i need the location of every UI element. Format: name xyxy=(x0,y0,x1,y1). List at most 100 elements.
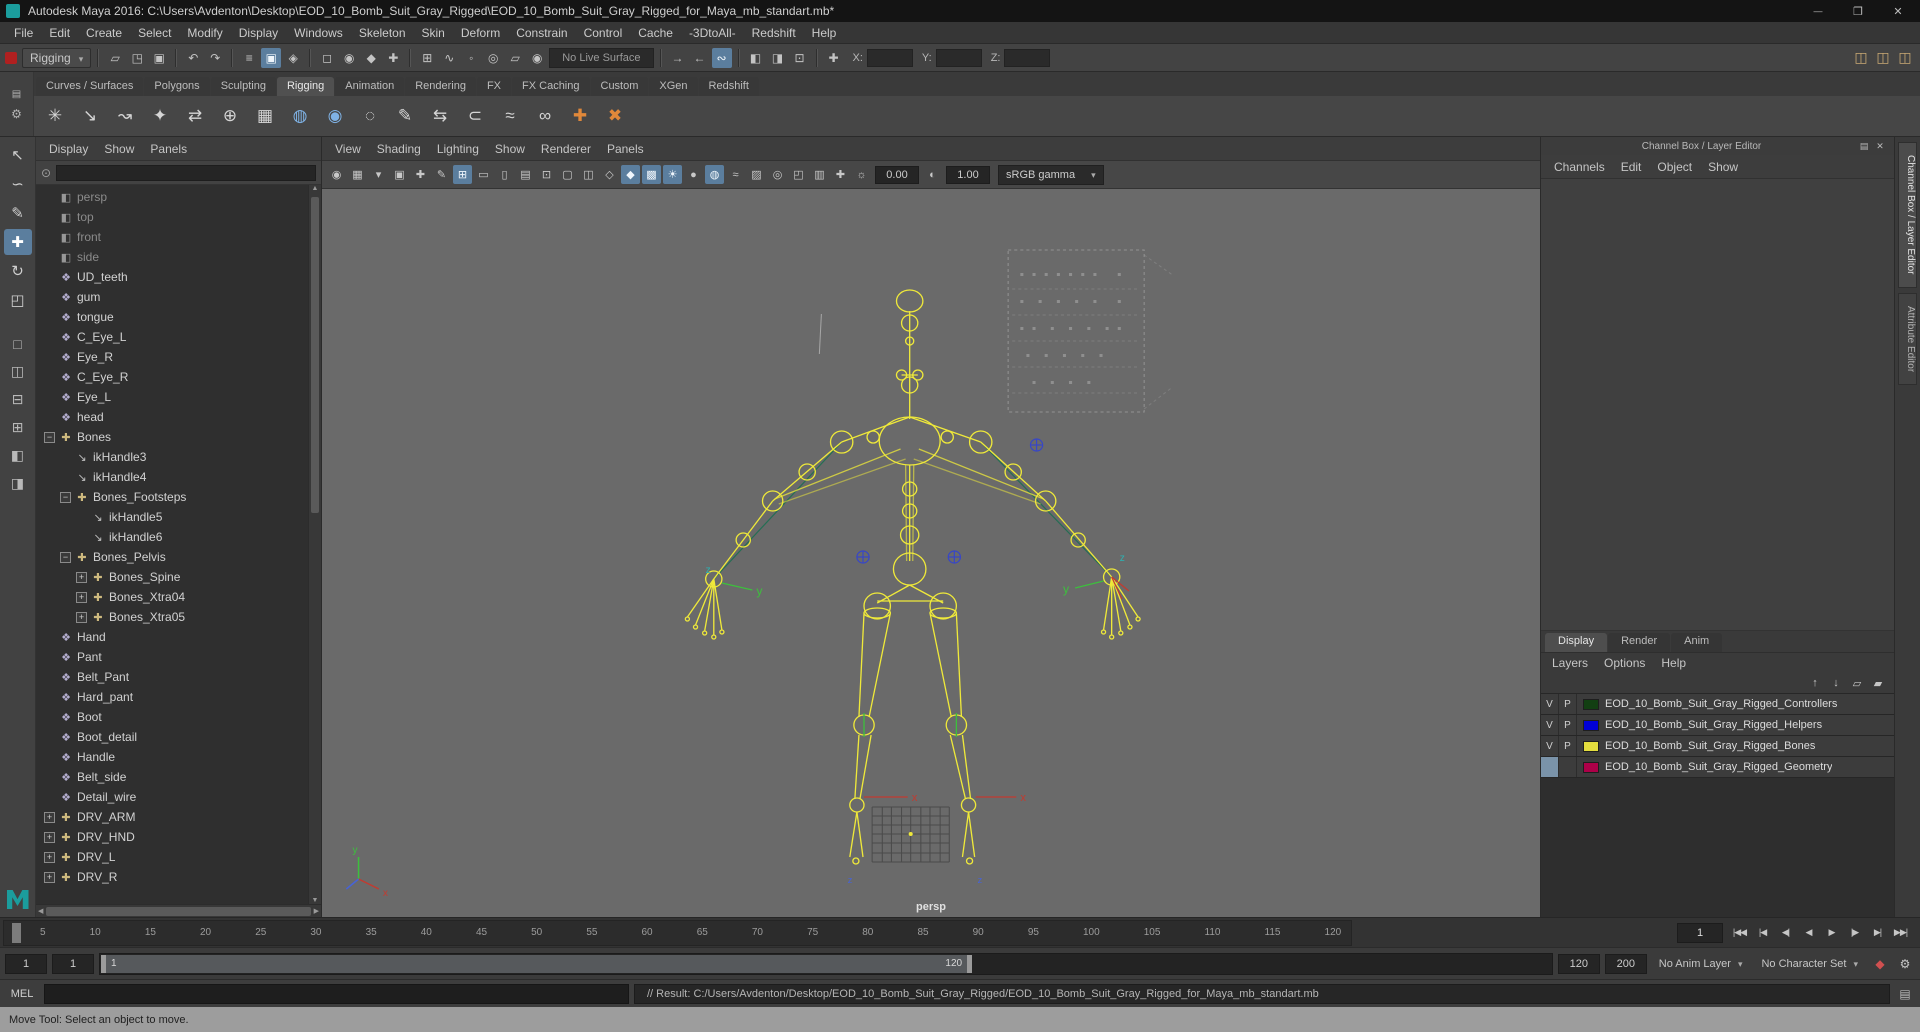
expander-icon[interactable] xyxy=(44,772,55,783)
quick-select-icon[interactable]: ✚ xyxy=(824,48,844,68)
expander-icon[interactable] xyxy=(44,212,55,223)
outliner-item[interactable]: gum xyxy=(36,287,308,307)
layer-color-swatch[interactable] xyxy=(1583,740,1599,752)
panel-menu-item[interactable]: Help xyxy=(1654,656,1693,670)
select-all-mask-icon[interactable]: ◻ xyxy=(317,48,337,68)
layer-color-swatch[interactable] xyxy=(1583,698,1599,710)
scroll-left-icon[interactable]: ◀ xyxy=(38,907,43,915)
snap-to-grid-icon[interactable]: ⊞ xyxy=(417,48,437,68)
display-layer-row[interactable]: V P EOD_10_Bomb_Suit_Gray_Rigged_Control… xyxy=(1541,694,1894,715)
layer-editor-tab[interactable]: Anim xyxy=(1671,633,1723,652)
go-to-end-button[interactable]: ▶▶| xyxy=(1890,923,1911,943)
panel-menu-item[interactable]: Panels xyxy=(143,142,194,156)
move-tool[interactable]: ✚ xyxy=(3,229,32,255)
expander-icon[interactable] xyxy=(44,792,55,803)
render-settings-icon[interactable]: ⊡ xyxy=(790,48,810,68)
pan-zoom-icon[interactable]: ✚ xyxy=(411,165,430,184)
outliner-item[interactable]: Hard_pant xyxy=(36,687,308,707)
smooth-skin-weights-icon[interactable]: ≈ xyxy=(494,100,526,132)
panel-menu-item[interactable]: Panels xyxy=(600,142,651,156)
shadows-icon[interactable]: ● xyxy=(684,165,703,184)
expander-icon[interactable] xyxy=(44,352,55,363)
film-gate-icon[interactable]: ▭ xyxy=(474,165,493,184)
menu-item[interactable]: File xyxy=(6,26,41,40)
menu-item[interactable]: Display xyxy=(231,26,286,40)
detach-skin-icon[interactable]: ◌ xyxy=(354,100,386,132)
grease-pencil-icon[interactable]: ✎ xyxy=(432,165,451,184)
safe-title-icon[interactable]: ◫ xyxy=(579,165,598,184)
outliner-item[interactable]: Boot xyxy=(36,707,308,727)
snap-to-point-icon[interactable]: ◦ xyxy=(461,48,481,68)
bind-skin-icon[interactable]: ▦ xyxy=(249,100,281,132)
expander-icon[interactable] xyxy=(44,252,55,263)
step-back-frame-button[interactable]: ◀| xyxy=(1775,923,1796,943)
panel-menu-item[interactable]: View xyxy=(328,142,368,156)
outliner-horizontal-scrollbar[interactable]: ◀ ▶ xyxy=(36,904,321,917)
expander-icon[interactable] xyxy=(76,571,87,583)
pose-glasses-icon[interactable]: ∞ xyxy=(529,100,561,132)
expander-icon[interactable] xyxy=(76,591,87,603)
grid-toggle-icon[interactable]: ⊞ xyxy=(453,165,472,184)
outliner-item[interactable]: ikHandle4 xyxy=(36,467,308,487)
undo-icon[interactable]: ↶ xyxy=(183,48,203,68)
bookmark-icon[interactable]: ▾ xyxy=(369,165,388,184)
outliner-item[interactable]: Bones_Pelvis xyxy=(36,547,308,567)
shelf-tab-switcher-icon[interactable] xyxy=(9,88,25,102)
layer-editor-tab[interactable]: Render xyxy=(1608,633,1671,652)
outliner-item[interactable]: head xyxy=(36,407,308,427)
shelf-tab[interactable]: XGen xyxy=(649,77,698,96)
redo-icon[interactable]: ↷ xyxy=(205,48,225,68)
panel-menu-item[interactable]: Display xyxy=(42,142,95,156)
open-scene-icon[interactable]: ◳ xyxy=(127,48,147,68)
outliner-item[interactable]: Pant xyxy=(36,647,308,667)
display-layer-row[interactable]: EOD_10_Bomb_Suit_Gray_Rigged_Geometry xyxy=(1541,757,1894,778)
expander-icon[interactable] xyxy=(44,292,55,303)
go-to-start-button[interactable]: |◀◀ xyxy=(1729,923,1750,943)
snap-to-view-plane-icon[interactable]: ▱ xyxy=(505,48,525,68)
lasso-select-tool[interactable]: ∽ xyxy=(4,171,32,197)
outliner-item[interactable]: ikHandle5 xyxy=(36,507,308,527)
channel-box-toggle-icon[interactable]: ◫ xyxy=(1895,48,1915,68)
menu-item[interactable]: Help xyxy=(804,26,845,40)
panel-menu-item[interactable]: Show xyxy=(488,142,532,156)
expander-icon[interactable] xyxy=(44,312,55,323)
outliner-item[interactable]: Detail_wire xyxy=(36,787,308,807)
layer-editor-tab[interactable]: Display xyxy=(1545,633,1608,652)
panel-menu-item[interactable]: Show xyxy=(1701,160,1745,174)
layer-color-swatch[interactable] xyxy=(1583,719,1599,731)
menu-item[interactable]: Cache xyxy=(630,26,681,40)
animation-end-input[interactable] xyxy=(1604,953,1647,974)
layout-four-panes[interactable]: ⊞ xyxy=(5,415,31,440)
menu-item[interactable]: Deform xyxy=(453,26,508,40)
command-input[interactable] xyxy=(44,983,629,1004)
layer-visibility-toggle[interactable]: V xyxy=(1541,694,1559,714)
outliner-item[interactable]: Bones_Xtra05 xyxy=(36,607,308,627)
exposure-icon[interactable]: ☼ xyxy=(852,165,871,184)
menu-item[interactable]: Select xyxy=(130,26,179,40)
make-live-icon[interactable]: ◉ xyxy=(527,48,547,68)
expander-icon[interactable] xyxy=(76,611,87,623)
layer-visibility-toggle[interactable]: V xyxy=(1541,715,1559,735)
layout-three-panes-left[interactable]: ◧ xyxy=(5,443,31,468)
character-set-select[interactable]: No Character Set xyxy=(1754,958,1865,970)
textured-mode-icon[interactable]: ▩ xyxy=(642,165,661,184)
select-joints-mask-icon[interactable]: ◆ xyxy=(361,48,381,68)
outliner-item[interactable]: Bones xyxy=(36,427,308,447)
menu-item[interactable]: Skeleton xyxy=(351,26,414,40)
layer-color-swatch[interactable] xyxy=(1583,761,1599,773)
layout-two-panes-side[interactable]: ◫ xyxy=(5,359,31,384)
outliner-vertical-scrollbar[interactable] xyxy=(308,185,321,904)
range-slider-bar[interactable]: 1 120 xyxy=(101,954,973,973)
expander-icon[interactable] xyxy=(44,372,55,383)
input-connections-icon[interactable]: → xyxy=(668,48,688,68)
outliner-item[interactable]: Eye_R xyxy=(36,347,308,367)
expander-icon[interactable] xyxy=(60,452,71,463)
step-forward-key-button[interactable]: ▶| xyxy=(1867,923,1888,943)
rotate-tool[interactable]: ↻ xyxy=(4,258,32,284)
menu-item[interactable]: Control xyxy=(576,26,631,40)
output-connections-icon[interactable]: ← xyxy=(690,48,710,68)
remove-joint-icon[interactable]: ✖ xyxy=(599,100,631,132)
outliner-item[interactable]: tongue xyxy=(36,307,308,327)
current-frame-marker[interactable] xyxy=(12,922,21,943)
expander-icon[interactable] xyxy=(44,232,55,243)
